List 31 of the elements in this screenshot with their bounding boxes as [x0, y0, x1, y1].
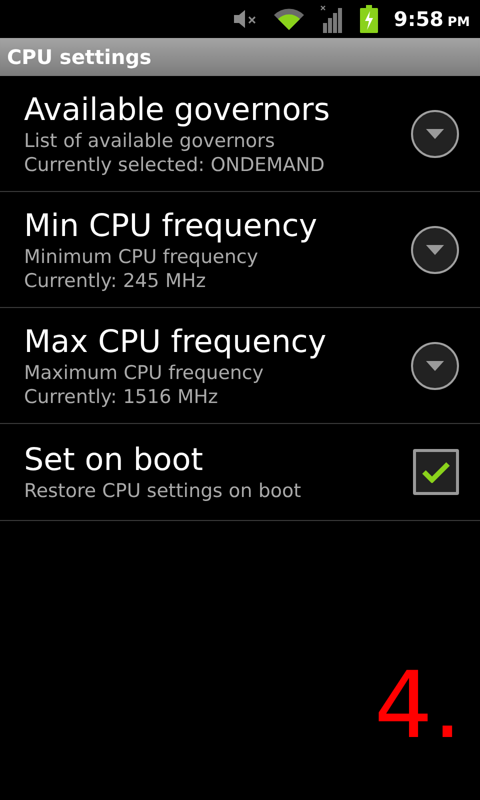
dropdown-button[interactable] [411, 226, 459, 274]
preference-summary: Currently selected: ONDEMAND [24, 152, 326, 176]
preference-row[interactable]: Set on boot Restore CPU settings on boot [0, 424, 480, 521]
dropdown-button[interactable] [411, 342, 459, 390]
clock-time: 9:58 [394, 6, 444, 33]
mute-icon [232, 8, 258, 30]
preference-title: Max CPU frequency [24, 322, 326, 360]
preference-title: Min CPU frequency [24, 206, 318, 244]
preference-row[interactable]: Max CPU frequency Maximum CPU frequency Currently: 1516 MHz [0, 308, 480, 424]
checkbox[interactable] [413, 449, 459, 495]
step-number: 4. [374, 660, 462, 752]
preference-summary: List of available governors [24, 128, 276, 152]
clock-period: PM [448, 14, 470, 32]
signal-icon [320, 5, 344, 33]
battery-charging-icon [360, 5, 378, 33]
preference-summary: Currently: 245 MHz [24, 268, 207, 292]
preference-title: Available governors [24, 90, 330, 128]
caret-icon [426, 360, 444, 370]
caret-icon [426, 244, 444, 254]
preference-summary: Maximum CPU frequency [24, 360, 265, 384]
preference-summary: Restore CPU settings on boot [24, 479, 302, 503]
preference-summary: Currently: 1516 MHz [24, 384, 219, 408]
caret-icon [426, 128, 444, 138]
dropdown-button[interactable] [411, 110, 459, 158]
preference-title: Set on boot [24, 441, 204, 479]
checkmark-icon [422, 461, 450, 483]
screen-title: CPU settings [7, 44, 152, 71]
preference-summary: Minimum CPU frequency [24, 244, 260, 268]
preference-row[interactable]: Min CPU frequency Minimum CPU frequency Currently: 245 MHz [0, 192, 480, 308]
preference-row[interactable]: Available governors List of available governors Currently selected: ONDEMAND [0, 76, 480, 192]
wifi-icon [274, 8, 304, 30]
